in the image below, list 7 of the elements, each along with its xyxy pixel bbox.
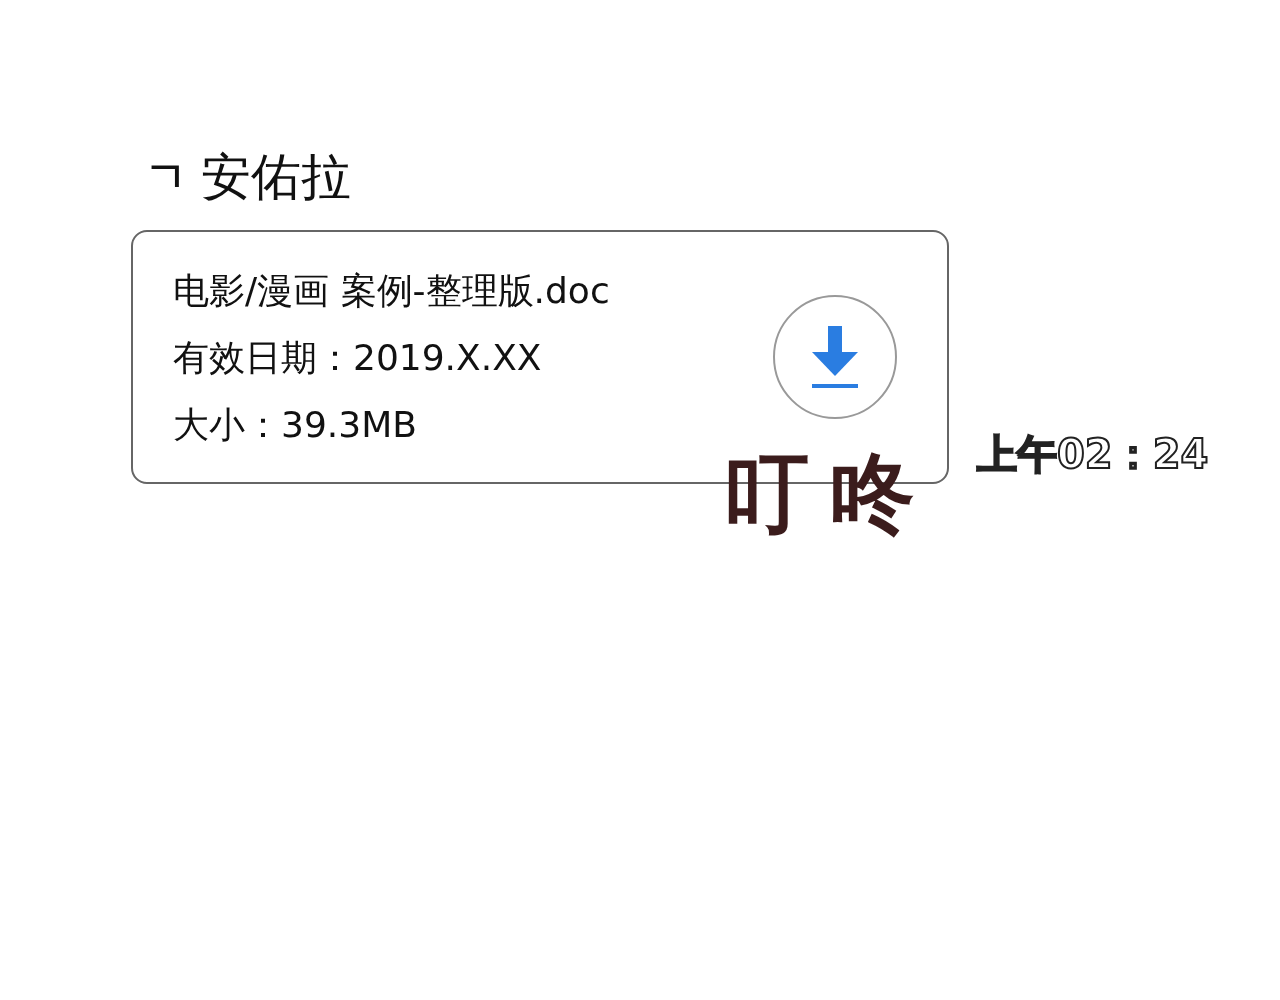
- sender-name: 安佑拉: [201, 146, 351, 208]
- expiry-date: 有效日期：2019.X.XX: [173, 335, 543, 380]
- download-icon: [810, 324, 860, 390]
- file-name: 电影/漫画 案例-整理版.doc: [173, 268, 610, 313]
- message-time: 上午02：24: [977, 430, 1209, 479]
- sender-mark: ㄱ: [145, 151, 187, 203]
- file-size: 大小：39.3MB: [173, 402, 418, 447]
